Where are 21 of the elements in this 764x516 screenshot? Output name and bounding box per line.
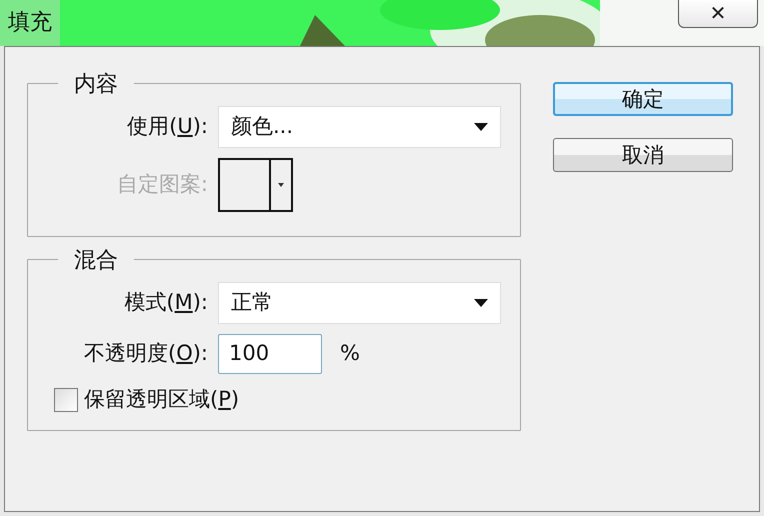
dropdown[interactable]: 正常 — [218, 282, 501, 324]
close-button[interactable]: ✕ — [678, 0, 758, 28]
field-label: 自定图案: — [116, 171, 209, 198]
ok-button[interactable]: 确定 — [553, 82, 733, 116]
field-label: 使用(U): — [126, 113, 209, 140]
dropdown[interactable]: 颜色... — [218, 106, 501, 148]
unit-label: % — [340, 340, 360, 368]
pattern-picker[interactable] — [218, 158, 293, 212]
dropdown-arrow-icon — [474, 123, 488, 131]
opacity-field[interactable]: 100 — [218, 334, 322, 374]
dropdown-arrow-icon — [474, 299, 488, 307]
checkbox-option[interactable]: 保留透明区域(P) — [54, 384, 502, 416]
dropdown-value: 正常 — [231, 289, 273, 316]
cancel-button[interactable]: 取消 — [553, 138, 733, 172]
caret-icon — [278, 183, 284, 187]
field-label: 不透明度(O): — [82, 340, 209, 368]
checkbox-label: 保留透明区域(P) — [84, 386, 240, 413]
window-title: 填充 — [8, 9, 52, 37]
field-label: 模式(M): — [123, 289, 209, 316]
checkbox[interactable] — [54, 388, 78, 412]
dropdown-value: 颜色... — [231, 113, 294, 140]
